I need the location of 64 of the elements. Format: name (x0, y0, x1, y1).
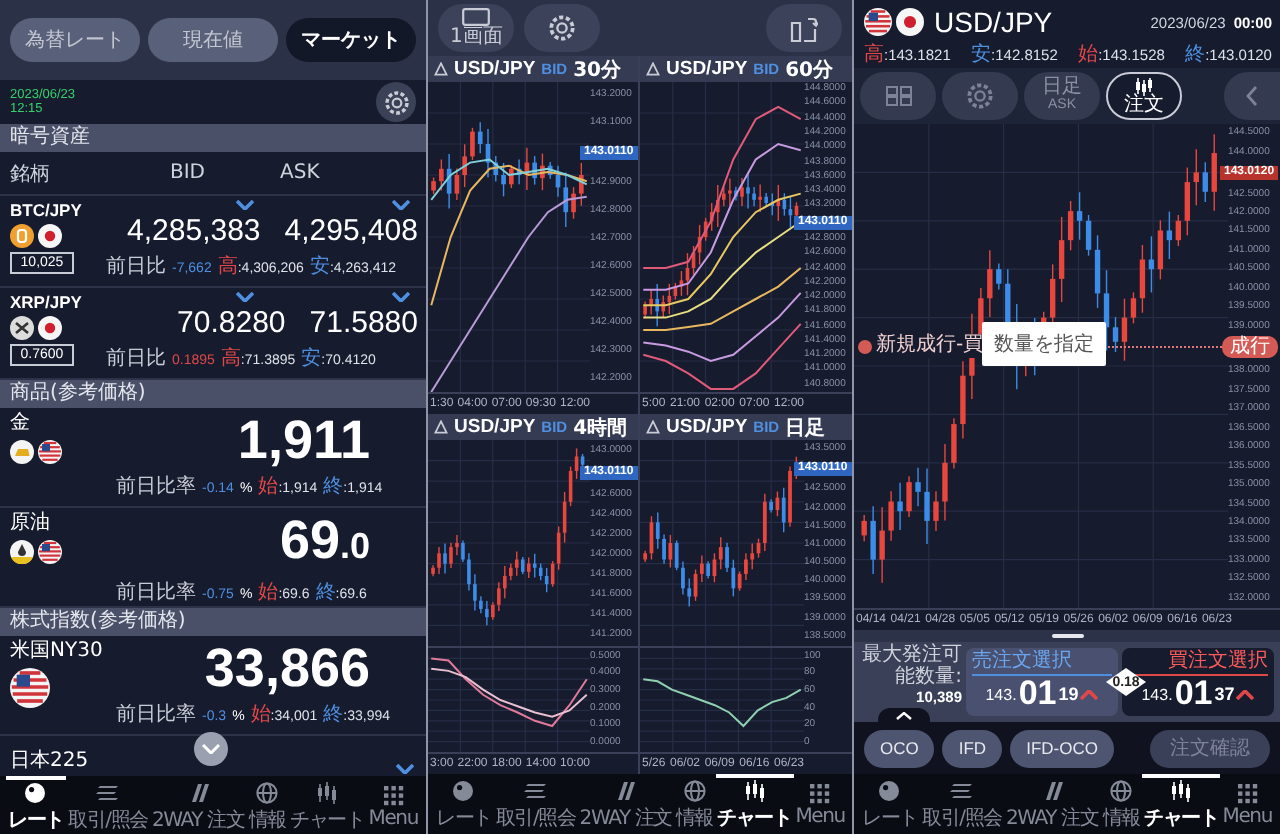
price-text: 69.0 (277, 512, 372, 574)
timeframe-label: 30分 (573, 57, 621, 83)
ask-price: 71.5880 (309, 306, 418, 340)
order-type-button[interactable]: IFD-OCO (1010, 729, 1114, 767)
section-header: 商品(参考価格) (0, 380, 426, 408)
change-label: 前日比率 (116, 701, 196, 728)
quantity-popup[interactable]: 数量を指定 (982, 322, 1106, 367)
market-order-tag[interactable]: 成行 (1222, 335, 1278, 358)
order-line-label: 新規成行-買 (876, 334, 984, 359)
tab[interactable]: マーケット (286, 18, 416, 62)
bid-price: 4,285,383 (127, 214, 261, 248)
change-label: 前日比 (106, 253, 166, 280)
order-type-button[interactable]: OCO (864, 729, 935, 767)
tab[interactable]: 現在値 (148, 18, 278, 62)
nav-tab[interactable]: 2WAY 注文 (577, 774, 674, 834)
max-quantity-label: 最大発注可能数量: (862, 644, 962, 688)
nav-tab[interactable]: Menu (793, 774, 847, 834)
currency-pair: USD/JPY (666, 416, 748, 438)
instrument-name: 日本225 (10, 750, 89, 774)
column-header: BID (170, 162, 208, 184)
timeframe-label: 4時間 (573, 415, 628, 441)
symbol-text: BTC/JPY (10, 200, 84, 220)
change-label: 前日比率 (116, 473, 196, 500)
column-header: ASK (280, 162, 322, 184)
currency-pair: USD/JPY (934, 6, 1053, 38)
nav-tab[interactable]: 情報 (1100, 774, 1142, 834)
bid-price: 70.8280 (177, 306, 286, 340)
nav-tab[interactable]: チャート (287, 776, 367, 834)
order-side-label: 売注文選択 (972, 650, 1112, 676)
nav-tab[interactable]: Menu (366, 776, 420, 834)
change-label: 前日比 (106, 345, 166, 372)
nav-tab[interactable]: 取引/照会 (493, 774, 578, 834)
instrument-name: 金 (10, 412, 32, 436)
price-text: 1,911 (235, 412, 372, 468)
currency-pair: USD/JPY (666, 58, 748, 80)
nav-tab[interactable]: レート (860, 774, 920, 834)
timeframe-label: 日足 (785, 415, 826, 441)
nav-tab[interactable]: 取引/照会 (66, 776, 150, 834)
layout-button[interactable]: 1画面 (438, 4, 515, 52)
price-text: 33,866 (202, 640, 372, 696)
section-header: 暗号資産 (0, 124, 426, 152)
nav-tab[interactable]: レート (434, 774, 494, 834)
change-label: 前日比率 (116, 579, 196, 606)
nav-tab[interactable]: 情報 (673, 774, 716, 834)
section-header: 株式指数(参考価格) (0, 608, 426, 636)
currency-pair: USD/JPY (454, 416, 536, 438)
column-header: 銘柄 (10, 161, 52, 187)
nav-tab[interactable]: チャート (715, 774, 794, 834)
nav-tab[interactable]: 2WAY 注文 (1004, 774, 1101, 834)
timeframe-label: 60分 (785, 57, 833, 83)
order-button[interactable]: 注文 (1106, 72, 1182, 120)
instrument-name: 原油 (10, 512, 52, 536)
nav-tab[interactable]: Menu (1220, 774, 1274, 834)
order-type-button[interactable]: IFD (942, 729, 1003, 767)
ask-price: 4,295,408 (284, 214, 418, 248)
symbol-text: XRP/JPY (10, 292, 84, 312)
nav-tab[interactable]: 情報 (246, 776, 288, 834)
nav-tab[interactable]: レート (6, 776, 66, 834)
tab[interactable]: 為替レート (10, 18, 140, 62)
currency-pair: USD/JPY (454, 58, 536, 80)
nav-tab[interactable]: 2WAY 注文 (150, 776, 247, 834)
nav-tab[interactable]: 取引/照会 (920, 774, 1004, 834)
instrument-name: 米国NY30 (10, 640, 105, 664)
nav-tab[interactable]: チャート (1141, 774, 1221, 834)
